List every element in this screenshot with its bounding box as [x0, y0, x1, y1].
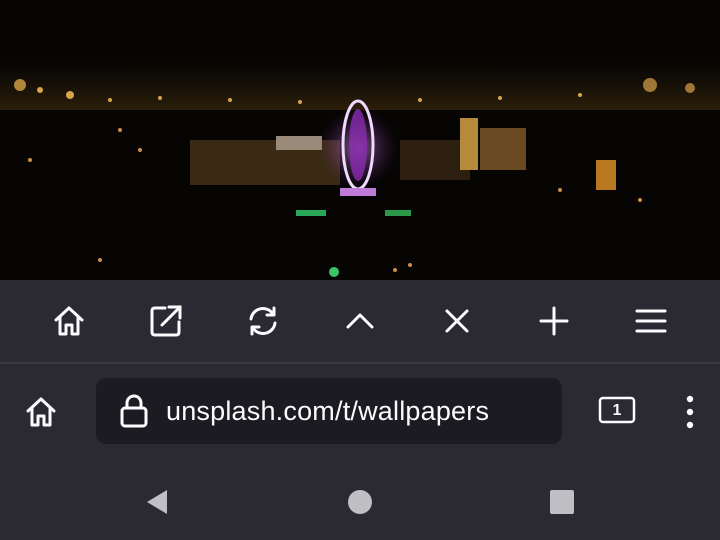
- hamburger-menu-icon: [635, 309, 666, 333]
- recents-nav-button[interactable]: [542, 482, 582, 522]
- lock-icon[interactable]: [114, 391, 154, 431]
- previous-result-button[interactable]: [311, 279, 408, 363]
- home-icon: [54, 306, 83, 336]
- back-triangle-icon: [147, 490, 167, 514]
- close-icon: [445, 309, 468, 333]
- home-button[interactable]: [20, 279, 117, 363]
- bottom-toolbar: [0, 280, 720, 364]
- open-external-icon: [150, 305, 181, 337]
- open-in-app-button[interactable]: [117, 279, 214, 363]
- wallpaper-preview-image: [0, 0, 720, 280]
- url-field[interactable]: unsplash.com/t/wallpapers: [96, 378, 562, 444]
- home-nav-button[interactable]: [340, 482, 380, 522]
- tab-count: 1: [612, 402, 622, 419]
- tab-counter-button[interactable]: 1: [598, 396, 636, 426]
- back-nav-button[interactable]: [136, 482, 176, 522]
- plus-icon: [539, 306, 568, 336]
- overflow-menu-button[interactable]: [672, 392, 708, 432]
- system-navigation-bar: [0, 460, 720, 540]
- close-button[interactable]: [408, 279, 505, 363]
- address-bar: unsplash.com/t/wallpapers 1: [0, 364, 720, 460]
- home-icon: [26, 397, 56, 427]
- home-button[interactable]: [14, 390, 68, 434]
- reload-button[interactable]: [214, 279, 311, 363]
- new-tab-button[interactable]: [505, 279, 602, 363]
- more-vertical-icon: [686, 395, 694, 429]
- home-circle-icon: [348, 490, 372, 514]
- chevron-up-icon: [346, 313, 373, 329]
- main-menu-button[interactable]: [602, 279, 699, 363]
- refresh-icon: [249, 306, 276, 336]
- recents-square-icon: [550, 490, 574, 514]
- url-text: unsplash.com/t/wallpapers: [166, 395, 490, 426]
